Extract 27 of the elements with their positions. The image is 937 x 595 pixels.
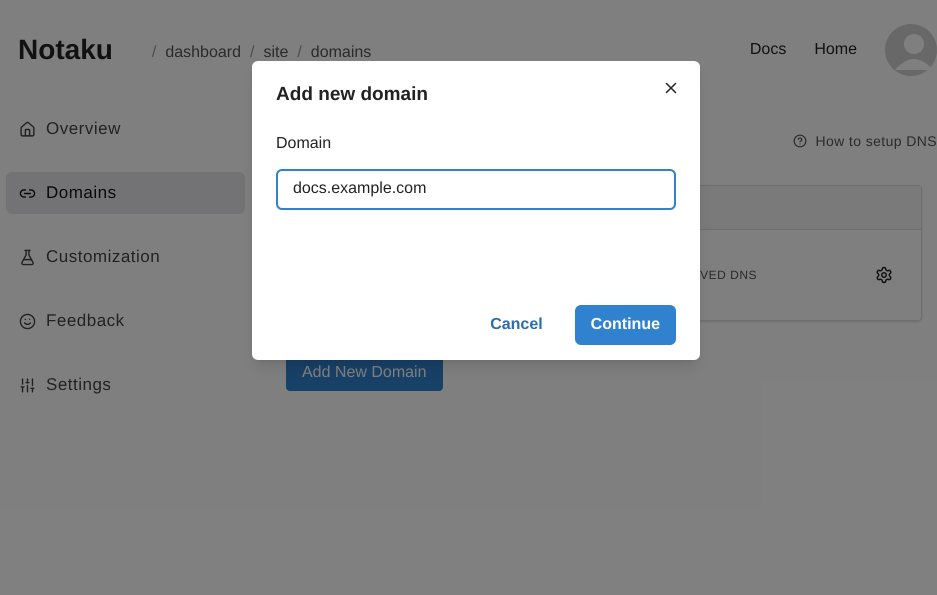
breadcrumb-link[interactable]: site bbox=[263, 41, 288, 65]
nav-link[interactable]: Home bbox=[814, 38, 857, 62]
sidebar-item[interactable]: Settings bbox=[6, 364, 245, 406]
settings-icon[interactable] bbox=[875, 266, 893, 284]
help-icon bbox=[793, 134, 808, 148]
sidebar-item[interactable]: Overview bbox=[6, 108, 245, 150]
nav-link[interactable]: Docs bbox=[750, 38, 786, 62]
domain-input-field[interactable]: docs.example.com bbox=[276, 168, 676, 210]
breadcrumb-separator: / bbox=[152, 43, 156, 63]
sidebar-item[interactable]: Customization bbox=[6, 236, 245, 278]
cancel-button[interactable]: Cancel bbox=[474, 305, 559, 345]
dialog-title: Add new domain bbox=[276, 83, 428, 107]
logo: Notaku bbox=[18, 33, 113, 67]
breadcrumb-link[interactable]: domains bbox=[310, 41, 372, 65]
sidebar-item[interactable]: Domains bbox=[6, 172, 245, 214]
field-label: Domain bbox=[276, 134, 332, 154]
breadcrumb-link[interactable]: dashboard bbox=[165, 41, 241, 65]
continue-button[interactable]: Continue bbox=[574, 305, 676, 345]
dns-status: VED DNS bbox=[700, 267, 757, 284]
sidebar-item[interactable]: Feedback bbox=[6, 300, 245, 342]
breadcrumb-separator: / bbox=[297, 43, 302, 63]
smiley-icon bbox=[19, 312, 36, 330]
breadcrumb-separator: / bbox=[250, 43, 254, 63]
flask-icon bbox=[19, 248, 36, 266]
sliders-icon bbox=[19, 376, 36, 394]
home-icon bbox=[19, 120, 36, 138]
help-link[interactable]: How to setup DNS bbox=[815, 130, 937, 152]
